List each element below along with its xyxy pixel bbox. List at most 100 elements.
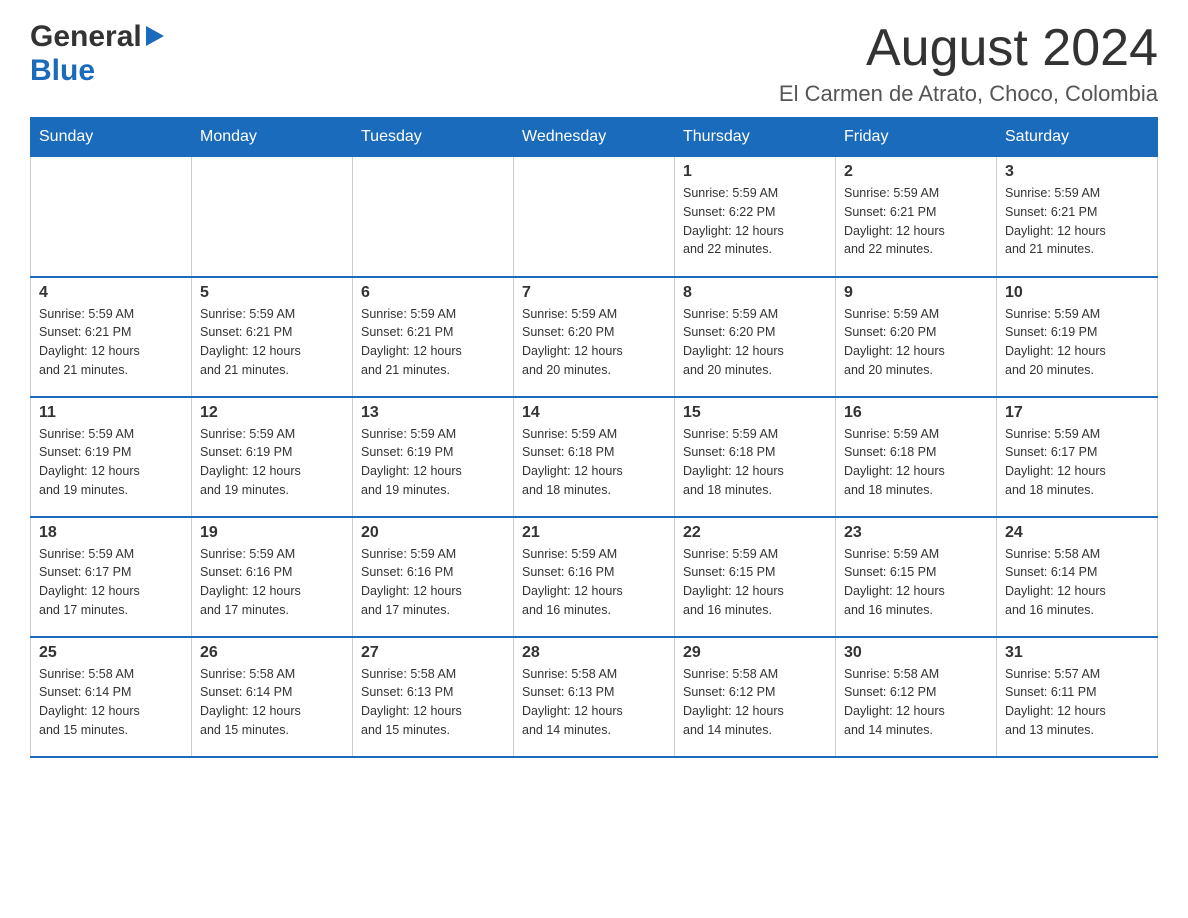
day-number: 1 (683, 163, 827, 181)
calendar-week-1: 1 Sunrise: 5:59 AM Sunset: 6:22 PM Daylig… (31, 157, 1158, 277)
calendar-cell: 25 Sunrise: 5:58 AM Sunset: 6:14 PM Dayli… (31, 637, 192, 757)
calendar-cell: 29 Sunrise: 5:58 AM Sunset: 6:12 PM Dayli… (675, 637, 836, 757)
day-number: 26 (200, 644, 344, 662)
weekday-header-monday: Monday (192, 118, 353, 157)
weekday-header-tuesday: Tuesday (353, 118, 514, 157)
calendar-cell: 24 Sunrise: 5:58 AM Sunset: 6:14 PM Dayli… (997, 517, 1158, 637)
day-info: Sunrise: 5:59 AM Sunset: 6:19 PM Dayligh… (200, 425, 344, 500)
day-info: Sunrise: 5:59 AM Sunset: 6:15 PM Dayligh… (683, 545, 827, 620)
day-info: Sunrise: 5:59 AM Sunset: 6:16 PM Dayligh… (200, 545, 344, 620)
day-info: Sunrise: 5:59 AM Sunset: 6:20 PM Dayligh… (683, 305, 827, 380)
day-number: 16 (844, 404, 988, 422)
day-number: 14 (522, 404, 666, 422)
day-info: Sunrise: 5:59 AM Sunset: 6:18 PM Dayligh… (683, 425, 827, 500)
day-number: 25 (39, 644, 183, 662)
day-number: 17 (1005, 404, 1149, 422)
calendar-cell: 5Sunrise: 5:59 AM Sunset: 6:21 PM Daylig… (192, 277, 353, 397)
logo-triangle-icon (146, 26, 164, 51)
page-header: General Blue August 2024 El Carmen de At… (30, 20, 1158, 107)
day-info: Sunrise: 5:59 AM Sunset: 6:16 PM Dayligh… (361, 545, 505, 620)
calendar-cell: 31Sunrise: 5:57 AM Sunset: 6:11 PM Dayli… (997, 637, 1158, 757)
day-info: Sunrise: 5:58 AM Sunset: 6:12 PM Dayligh… (844, 665, 988, 740)
day-number: 28 (522, 644, 666, 662)
day-number: 4 (39, 284, 183, 302)
calendar-cell: 14 Sunrise: 5:59 AM Sunset: 6:18 PM Dayli… (514, 397, 675, 517)
calendar-cell: 22 Sunrise: 5:59 AM Sunset: 6:15 PM Dayli… (675, 517, 836, 637)
page-title: August 2024 (779, 20, 1158, 77)
day-info: Sunrise: 5:59 AM Sunset: 6:18 PM Dayligh… (844, 425, 988, 500)
day-number: 24 (1005, 524, 1149, 542)
calendar-cell: 3 Sunrise: 5:59 AM Sunset: 6:21 PM Daylig… (997, 157, 1158, 277)
day-number: 23 (844, 524, 988, 542)
weekday-header-saturday: Saturday (997, 118, 1158, 157)
day-info: Sunrise: 5:57 AM Sunset: 6:11 PM Dayligh… (1005, 665, 1149, 740)
day-number: 3 (1005, 163, 1149, 181)
calendar-cell: 9 Sunrise: 5:59 AM Sunset: 6:20 PM Daylig… (836, 277, 997, 397)
calendar-week-3: 11 Sunrise: 5:59 AM Sunset: 6:19 PM Dayli… (31, 397, 1158, 517)
day-number: 21 (522, 524, 666, 542)
day-info: Sunrise: 5:59 AM Sunset: 6:18 PM Dayligh… (522, 425, 666, 500)
page-subtitle: El Carmen de Atrato, Choco, Colombia (779, 81, 1158, 107)
calendar-table: SundayMondayTuesdayWednesdayThursdayFrid… (30, 117, 1158, 758)
day-number: 15 (683, 404, 827, 422)
calendar-week-2: 4 Sunrise: 5:59 AM Sunset: 6:21 PM Daylig… (31, 277, 1158, 397)
calendar-cell (31, 157, 192, 277)
logo-general-text: General (30, 20, 142, 54)
day-info: Sunrise: 5:58 AM Sunset: 6:13 PM Dayligh… (361, 665, 505, 740)
day-number: 5 (200, 284, 344, 302)
day-info: Sunrise: 5:59 AM Sunset: 6:21 PM Dayligh… (1005, 184, 1149, 259)
day-info: Sunrise: 5:58 AM Sunset: 6:12 PM Dayligh… (683, 665, 827, 740)
day-info: Sunrise: 5:58 AM Sunset: 6:14 PM Dayligh… (1005, 545, 1149, 620)
calendar-week-5: 25 Sunrise: 5:58 AM Sunset: 6:14 PM Dayli… (31, 637, 1158, 757)
weekday-header-wednesday: Wednesday (514, 118, 675, 157)
day-number: 18 (39, 524, 183, 542)
calendar-cell: 1 Sunrise: 5:59 AM Sunset: 6:22 PM Daylig… (675, 157, 836, 277)
calendar-cell: 13 Sunrise: 5:59 AM Sunset: 6:19 PM Dayli… (353, 397, 514, 517)
calendar-cell: 21 Sunrise: 5:59 AM Sunset: 6:16 PM Dayli… (514, 517, 675, 637)
day-number: 6 (361, 284, 505, 302)
day-info: Sunrise: 5:59 AM Sunset: 6:19 PM Dayligh… (1005, 305, 1149, 380)
calendar-cell: 19Sunrise: 5:59 AM Sunset: 6:16 PM Dayli… (192, 517, 353, 637)
calendar-cell: 10 Sunrise: 5:59 AM Sunset: 6:19 PM Dayli… (997, 277, 1158, 397)
day-info: Sunrise: 5:59 AM Sunset: 6:17 PM Dayligh… (1005, 425, 1149, 500)
logo: General Blue (30, 20, 164, 88)
day-info: Sunrise: 5:59 AM Sunset: 6:20 PM Dayligh… (844, 305, 988, 380)
calendar-header-row: SundayMondayTuesdayWednesdayThursdayFrid… (31, 118, 1158, 157)
day-number: 13 (361, 404, 505, 422)
day-info: Sunrise: 5:59 AM Sunset: 6:19 PM Dayligh… (361, 425, 505, 500)
day-info: Sunrise: 5:59 AM Sunset: 6:22 PM Dayligh… (683, 184, 827, 259)
day-info: Sunrise: 5:59 AM Sunset: 6:21 PM Dayligh… (361, 305, 505, 380)
calendar-cell: 23 Sunrise: 5:59 AM Sunset: 6:15 PM Dayli… (836, 517, 997, 637)
calendar-cell: 11Sunrise: 5:59 AM Sunset: 6:19 PM Dayli… (31, 397, 192, 517)
day-info: Sunrise: 5:59 AM Sunset: 6:21 PM Dayligh… (844, 184, 988, 259)
day-number: 22 (683, 524, 827, 542)
calendar-week-4: 18Sunrise: 5:59 AM Sunset: 6:17 PM Dayli… (31, 517, 1158, 637)
weekday-header-thursday: Thursday (675, 118, 836, 157)
calendar-cell: 20 Sunrise: 5:59 AM Sunset: 6:16 PM Dayli… (353, 517, 514, 637)
day-info: Sunrise: 5:58 AM Sunset: 6:13 PM Dayligh… (522, 665, 666, 740)
calendar-cell: 8Sunrise: 5:59 AM Sunset: 6:20 PM Daylig… (675, 277, 836, 397)
day-info: Sunrise: 5:59 AM Sunset: 6:16 PM Dayligh… (522, 545, 666, 620)
calendar-cell: 28 Sunrise: 5:58 AM Sunset: 6:13 PM Dayli… (514, 637, 675, 757)
calendar-cell (353, 157, 514, 277)
title-block: August 2024 El Carmen de Atrato, Choco, … (779, 20, 1158, 107)
calendar-cell: 2Sunrise: 5:59 AM Sunset: 6:21 PM Daylig… (836, 157, 997, 277)
day-info: Sunrise: 5:59 AM Sunset: 6:20 PM Dayligh… (522, 305, 666, 380)
day-number: 27 (361, 644, 505, 662)
day-number: 10 (1005, 284, 1149, 302)
day-number: 29 (683, 644, 827, 662)
day-info: Sunrise: 5:59 AM Sunset: 6:15 PM Dayligh… (844, 545, 988, 620)
day-info: Sunrise: 5:59 AM Sunset: 6:21 PM Dayligh… (39, 305, 183, 380)
day-info: Sunrise: 5:58 AM Sunset: 6:14 PM Dayligh… (200, 665, 344, 740)
day-number: 30 (844, 644, 988, 662)
day-number: 7 (522, 284, 666, 302)
calendar-cell: 18Sunrise: 5:59 AM Sunset: 6:17 PM Dayli… (31, 517, 192, 637)
calendar-cell: 30 Sunrise: 5:58 AM Sunset: 6:12 PM Dayli… (836, 637, 997, 757)
day-number: 11 (39, 404, 183, 422)
day-info: Sunrise: 5:58 AM Sunset: 6:14 PM Dayligh… (39, 665, 183, 740)
calendar-cell: 27 Sunrise: 5:58 AM Sunset: 6:13 PM Dayli… (353, 637, 514, 757)
calendar-cell: 26 Sunrise: 5:58 AM Sunset: 6:14 PM Dayli… (192, 637, 353, 757)
calendar-cell: 15 Sunrise: 5:59 AM Sunset: 6:18 PM Dayli… (675, 397, 836, 517)
day-number: 9 (844, 284, 988, 302)
day-number: 20 (361, 524, 505, 542)
